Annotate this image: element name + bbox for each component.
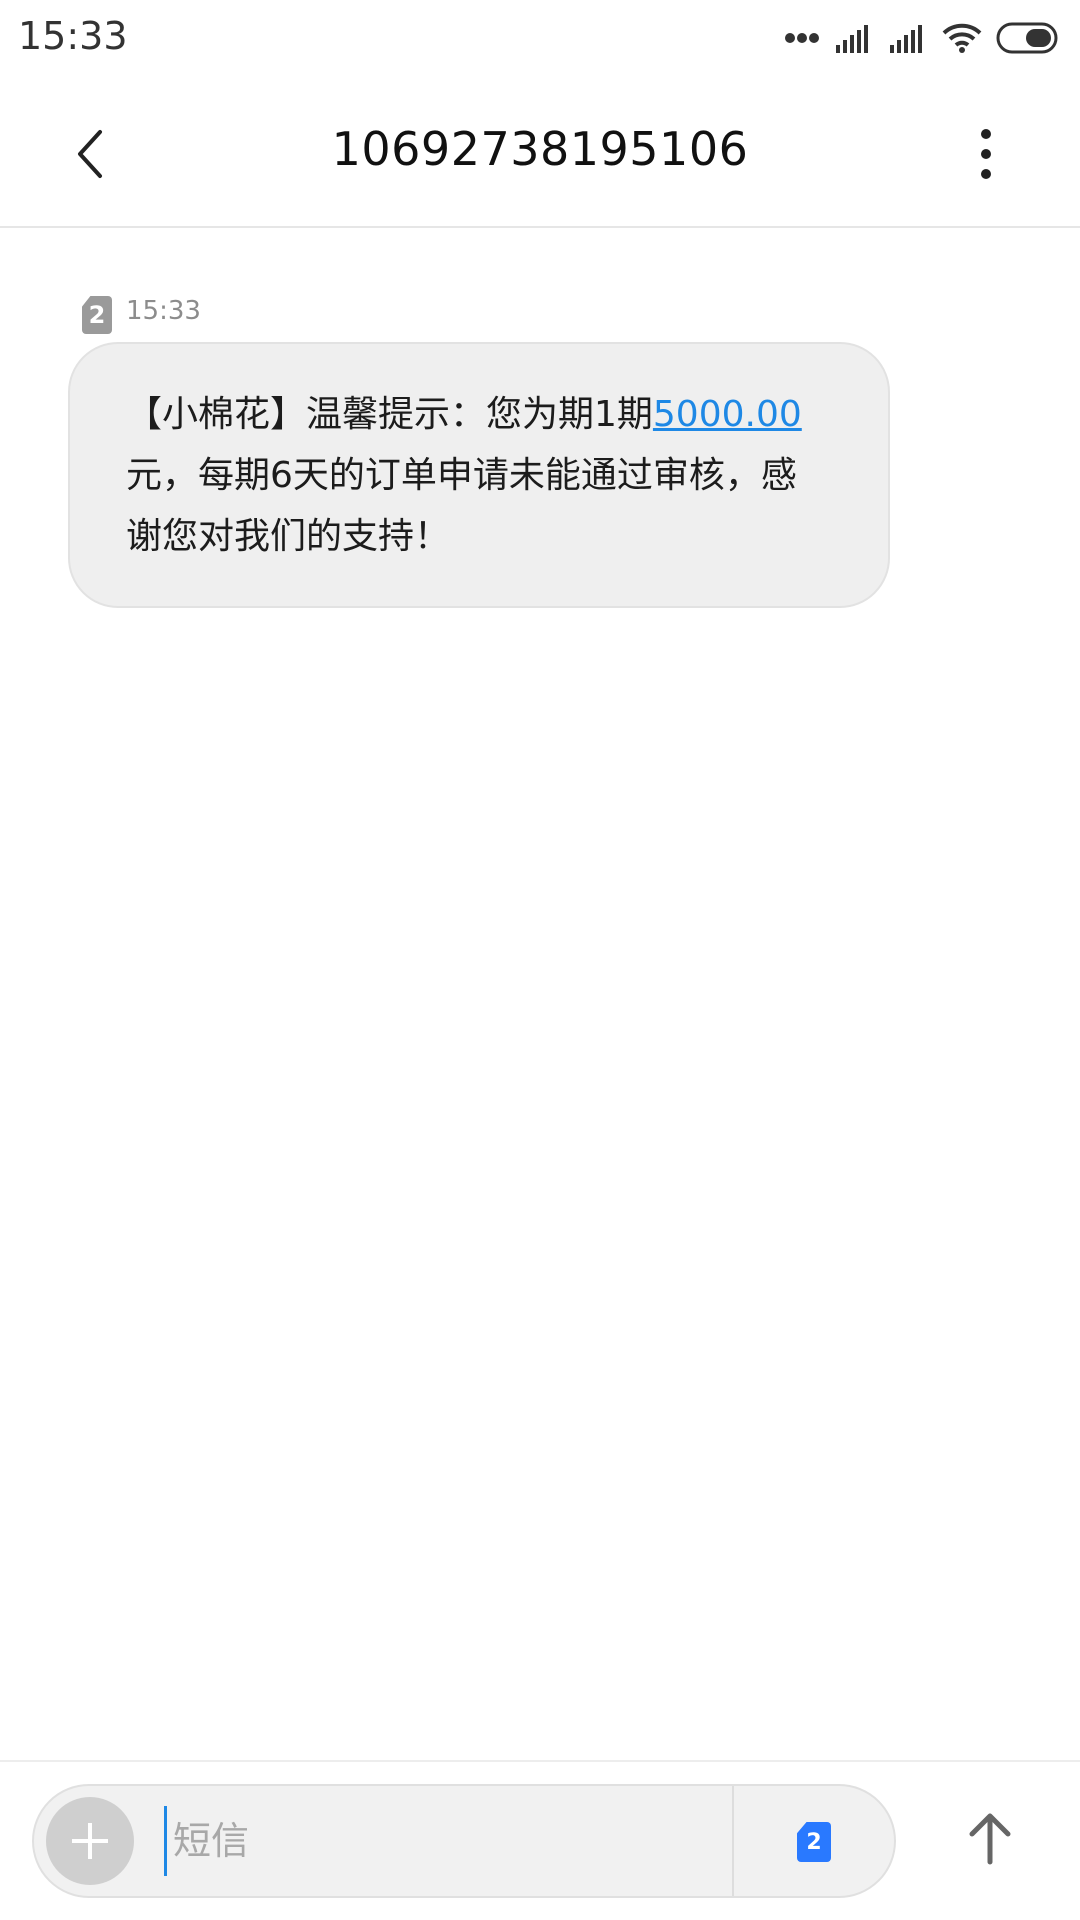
more-options-button[interactable] — [946, 114, 1026, 194]
message-text-start: 【小棉花】温馨提示：您为期1期 — [126, 394, 653, 435]
more-vertical-icon — [981, 129, 991, 179]
status-bar: 15:33 — [0, 0, 1080, 74]
arrow-up-icon — [969, 1813, 1011, 1865]
message-time: 15:33 — [126, 296, 201, 326]
conversation-title: 10692738195106 — [331, 122, 749, 176]
signal-sim2-icon — [890, 25, 922, 53]
amount-link[interactable]: 5000.00 — [653, 394, 802, 435]
battery-icon — [996, 22, 1058, 54]
message-meta: 2 15:33 — [82, 296, 201, 334]
composer: 2 — [32, 1784, 896, 1898]
messages-screen: 15:33 10692738195106 2 15:33 【小棉花】温馨提示：您… — [0, 0, 1080, 1920]
more-notifications-icon — [785, 33, 819, 43]
status-time: 15:33 — [18, 14, 128, 58]
send-button[interactable] — [950, 1798, 1030, 1878]
signal-sim1-icon — [836, 25, 868, 53]
sim-badge: 2 — [82, 296, 112, 334]
conversation-header: 10692738195106 — [0, 74, 1080, 228]
sim-select-button[interactable]: 2 — [794, 1820, 834, 1864]
composer-divider — [732, 1786, 734, 1896]
status-icons — [784, 18, 1062, 58]
wifi-icon — [942, 23, 982, 53]
message-input[interactable] — [164, 1806, 724, 1876]
plus-icon — [72, 1823, 108, 1859]
message-text-end: 元，每期6天的订单申请未能通过审核，感谢您对我们的支持！ — [126, 455, 797, 557]
composer-area: 2 — [0, 1760, 1080, 1920]
add-attachment-button[interactable] — [46, 1797, 134, 1885]
message-bubble[interactable]: 【小棉花】温馨提示：您为期1期5000.00 元，每期6天的订单申请未能通过审核，… — [68, 342, 890, 608]
sim-card-icon: 2 — [797, 1822, 831, 1862]
